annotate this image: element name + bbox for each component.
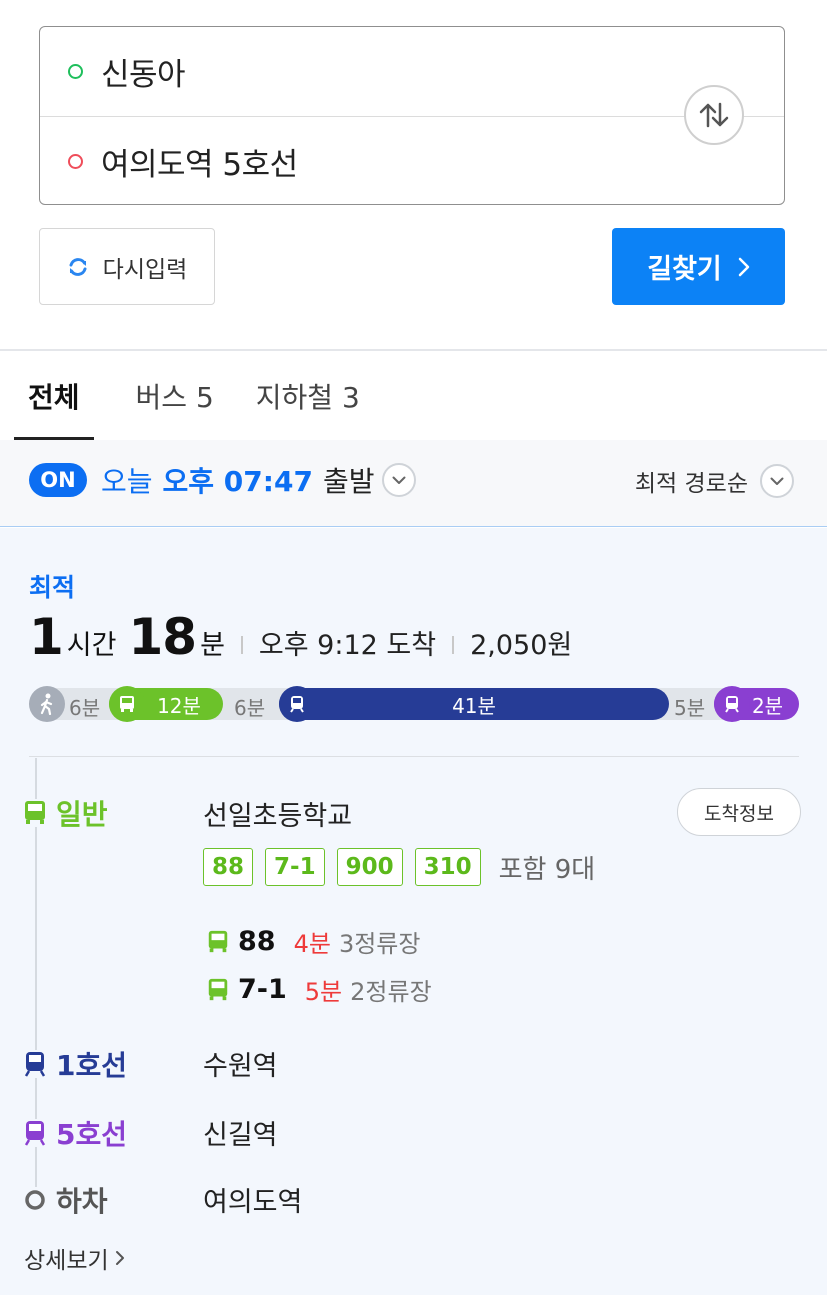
step-line5: 5호선 [22,1113,127,1153]
tab-bus[interactable]: 버스 5 [136,351,214,440]
summary-separator [452,636,455,654]
reset-label: 다시입력 [102,256,188,283]
bus-arrival-number: 7-1 [238,974,287,1005]
bus-arrival-row: 88 4분 3정류장 [206,924,420,959]
route-summary: 1 시간 18 분 오후 9:12 도착 2,050원 [29,608,572,666]
bus-icon [109,686,145,722]
subway-icon [714,686,750,722]
search-route-button[interactable]: 길찾기 [612,228,785,305]
step-bus: 일반 [22,793,108,833]
step-line5-station: 신길역 [203,1120,278,1151]
duration-minutes: 18 [128,608,197,666]
departure-time[interactable]: 오늘 오후 07:47 출발 [101,460,417,500]
sort-label: 최적 경로순 [634,471,748,497]
fare: 2,050원 [470,630,573,661]
swap-button[interactable] [684,85,744,145]
bus-number-chips: 88 7-1 900 310 포함 9대 [203,848,595,886]
tab-all[interactable]: 전체 [14,351,94,440]
segment-walk-2: 6분 [234,696,266,720]
result-tabs: 전체 버스 5 지하철 3 [14,351,402,440]
swap-arrows-icon [699,102,729,128]
departure-day: 오늘 [101,465,153,498]
bus-icon [208,978,228,1000]
end-location: 여의도역 5호선 [101,146,298,183]
bus-chip[interactable]: 310 [414,848,481,886]
bus-arrival-stops: 3정류장 [338,930,421,958]
view-details-label: 상세보기 [24,1248,109,1274]
hours-unit: 시간 [66,630,117,661]
step-bus-mode: 일반 [56,798,108,831]
bus-icon [208,930,228,952]
bus-icon [22,799,48,827]
bus-arrival-stops: 2정류장 [350,978,432,1006]
step-getoff: 하차 [22,1180,108,1220]
bus-chip[interactable]: 900 [336,848,403,886]
route-segment-bar: 6분 12분 6분 41분 5분 2분 [29,686,799,722]
segment-line5-label: 2분 [751,693,784,718]
sort-selector[interactable]: 최적 경로순 [635,464,794,498]
summary-separator [240,636,243,654]
segment-line1-label: 41분 [452,693,496,718]
minutes-unit: 분 [200,630,225,661]
start-location: 신동아 [101,57,186,93]
start-field[interactable]: 신동아 [40,27,784,116]
bus-arrival-minutes: 4분 [293,930,331,958]
end-field[interactable]: 여의도역 5호선 [40,116,784,205]
reset-button[interactable]: 다시입력 [39,228,215,305]
subway-icon [279,686,315,722]
segment-walk-3: 5분 [674,696,706,720]
best-route-tag: 최적 [29,573,76,602]
view-details-link[interactable]: 상세보기 [24,1241,125,1275]
step-getoff-station: 여의도역 [203,1187,303,1218]
chevron-right-icon [115,1251,124,1265]
card-divider [29,756,799,757]
bus-arrival-minutes: 5분 [304,978,343,1006]
arrival-time: 오후 9:12 도착 [258,630,437,661]
step-bus-station: 선일초등학교 [203,801,353,832]
chevron-down-icon[interactable] [382,463,417,497]
departure-suffix: 출발 [322,465,375,498]
route-input-box: 신동아 여의도역 5호선 [39,26,785,205]
start-dot-icon [68,64,83,79]
chevron-down-icon [760,464,794,498]
subway-icon [22,1050,48,1078]
bus-chip[interactable]: 88 [203,848,254,886]
refresh-icon [69,257,87,276]
segment-line1: 41분 [279,688,669,720]
segment-walk-1: 6분 [69,696,101,720]
duration-hours: 1 [29,608,64,666]
departure-time-bar: ON 오늘 오후 07:47 출발 최적 경로순 [0,440,827,527]
step-line1-mode: 1호선 [56,1049,128,1082]
route-result-card[interactable]: 최적 1 시간 18 분 오후 9:12 도착 2,050원 6분 12분 6분… [0,528,827,1295]
end-circle-icon [22,1187,48,1213]
bus-chips-more: 포함 9대 [498,854,596,885]
bus-arrival-number: 88 [238,926,276,957]
step-line1-station: 수원역 [203,1051,278,1082]
bus-arrival-row: 7-1 5분 2정류장 [206,972,432,1007]
step-line1: 1호선 [22,1044,127,1084]
tab-subway[interactable]: 지하철 3 [256,351,360,440]
departure-clock: 오후 07:47 [162,465,313,498]
step-line5-mode: 5호선 [56,1118,128,1151]
bus-chip[interactable]: 7-1 [265,848,325,886]
arrival-info-button[interactable]: 도착정보 [677,788,801,836]
search-label: 길찾기 [647,254,722,285]
subway-icon [22,1119,48,1147]
chevron-right-icon [738,257,750,276]
end-dot-icon [68,153,83,169]
segment-bus-label: 12분 [157,693,201,718]
on-toggle[interactable]: ON [29,463,87,497]
step-getoff-mode: 하차 [56,1185,108,1218]
walk-icon [29,686,65,722]
